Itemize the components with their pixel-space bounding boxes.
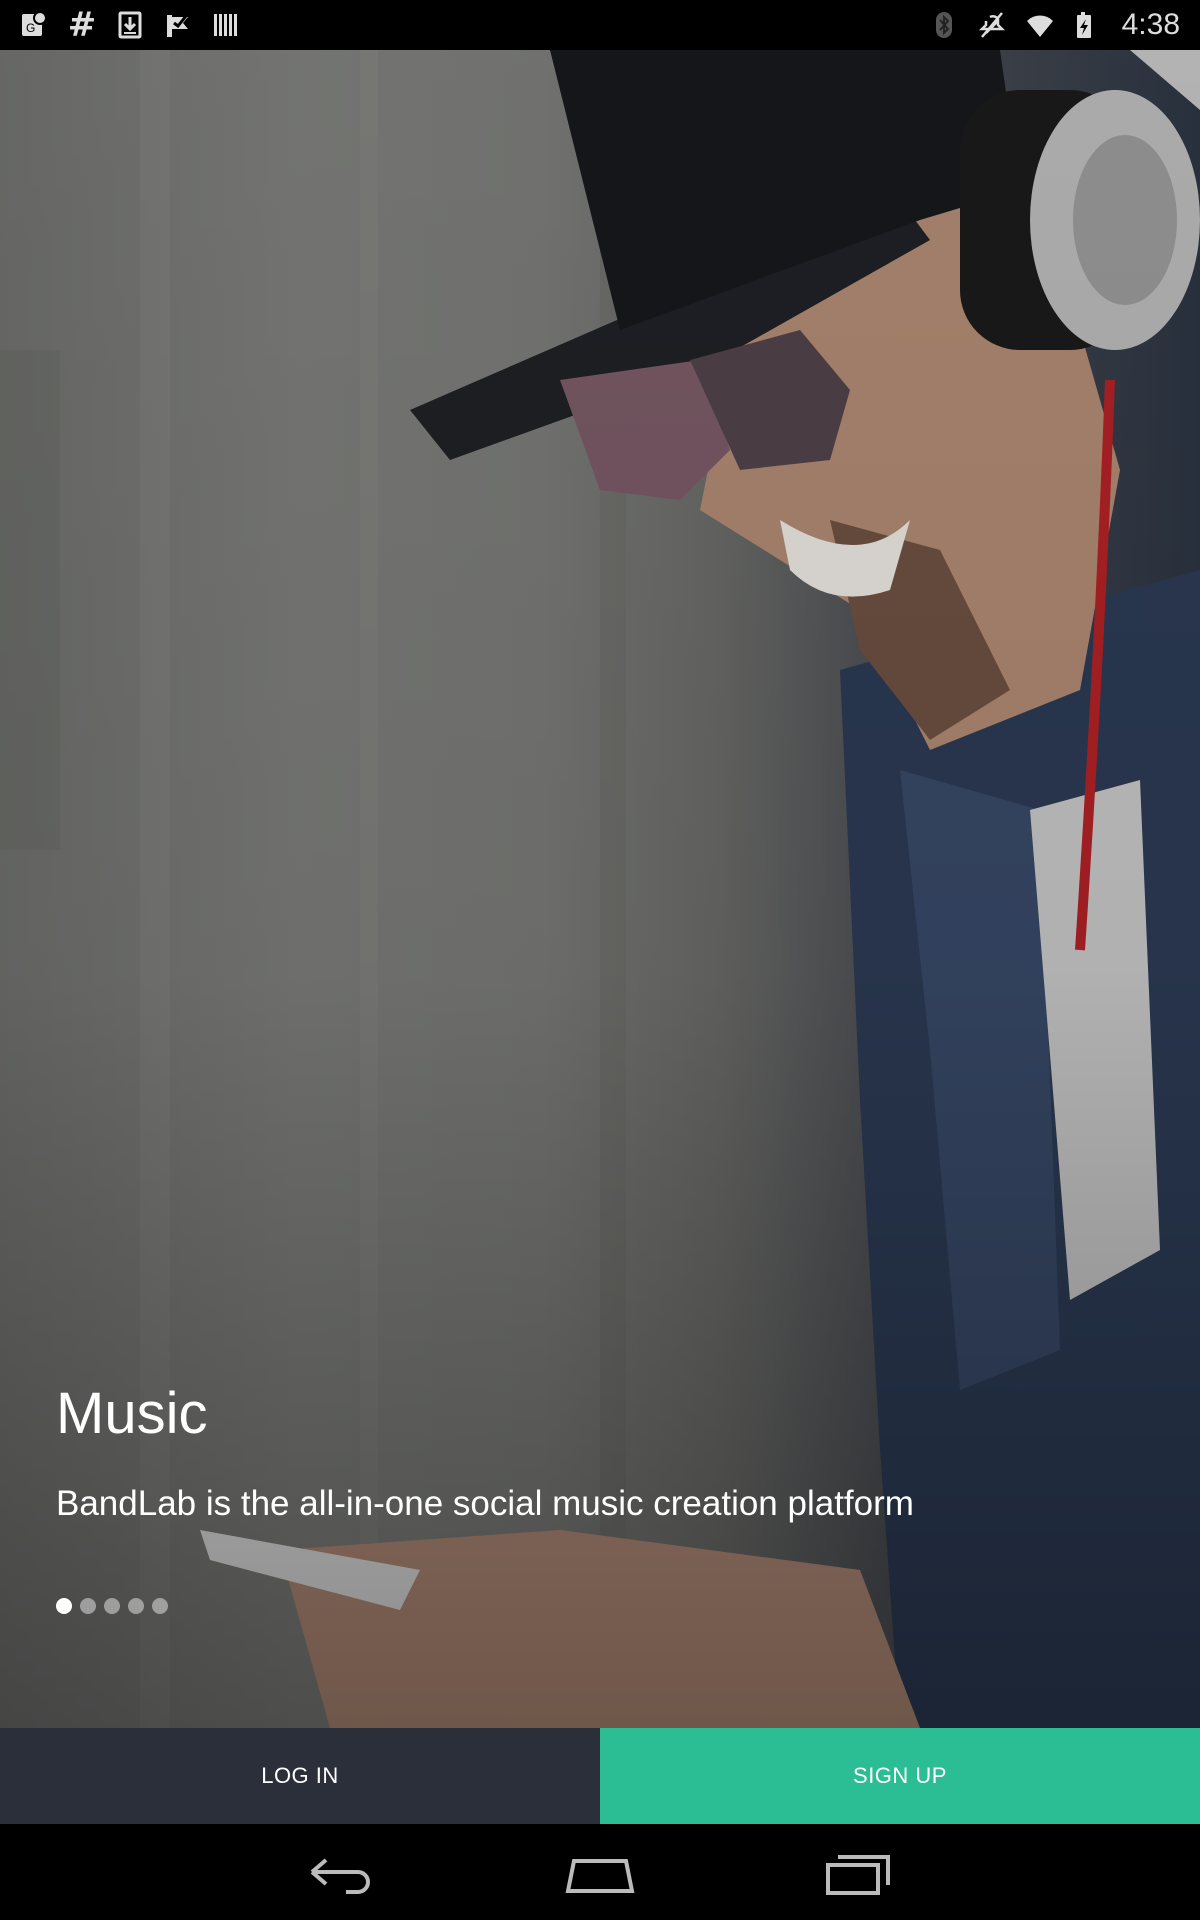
page-indicator[interactable]: [56, 1598, 168, 1614]
back-icon[interactable]: [295, 1842, 385, 1902]
wifi-icon: [1026, 11, 1054, 39]
page-dot-2[interactable]: [80, 1598, 96, 1614]
navigation-bar: [0, 1824, 1200, 1920]
auth-actions: LOG IN SIGN UP: [0, 1728, 1200, 1824]
signup-button[interactable]: SIGN UP: [600, 1728, 1200, 1824]
page-dot-5[interactable]: [152, 1598, 168, 1614]
mute-icon: [978, 11, 1006, 39]
screen: G # 4:38 Music BandLab is the all-in-one…: [0, 0, 1200, 1920]
svg-text:G: G: [26, 21, 35, 35]
hero-subtitle: BandLab is the all-in-one social music c…: [56, 1484, 914, 1523]
status-right: 4:38: [930, 8, 1180, 42]
hero-banner[interactable]: Music BandLab is the all-in-one social m…: [0, 50, 1200, 1728]
barcode-icon: [212, 11, 240, 39]
status-time: 4:38: [1121, 8, 1180, 41]
check-flag-icon: [164, 11, 192, 39]
battery-charging-icon: [1074, 11, 1102, 39]
page-dot-4[interactable]: [128, 1598, 144, 1614]
page-dot-3[interactable]: [104, 1598, 120, 1614]
bluetooth-icon: [930, 11, 958, 39]
page-dot-1[interactable]: [56, 1598, 72, 1614]
hero-title: Music: [56, 1381, 208, 1446]
status-left: G #: [20, 5, 240, 45]
login-button[interactable]: LOG IN: [0, 1728, 600, 1824]
hero-shade: [0, 50, 1200, 1728]
home-icon[interactable]: [555, 1842, 645, 1902]
download-icon: [116, 11, 144, 39]
status-bar: G # 4:38: [0, 0, 1200, 50]
hash-icon: #: [67, 5, 97, 45]
recents-icon[interactable]: [815, 1842, 905, 1902]
google-maps-icon: G: [20, 11, 48, 39]
